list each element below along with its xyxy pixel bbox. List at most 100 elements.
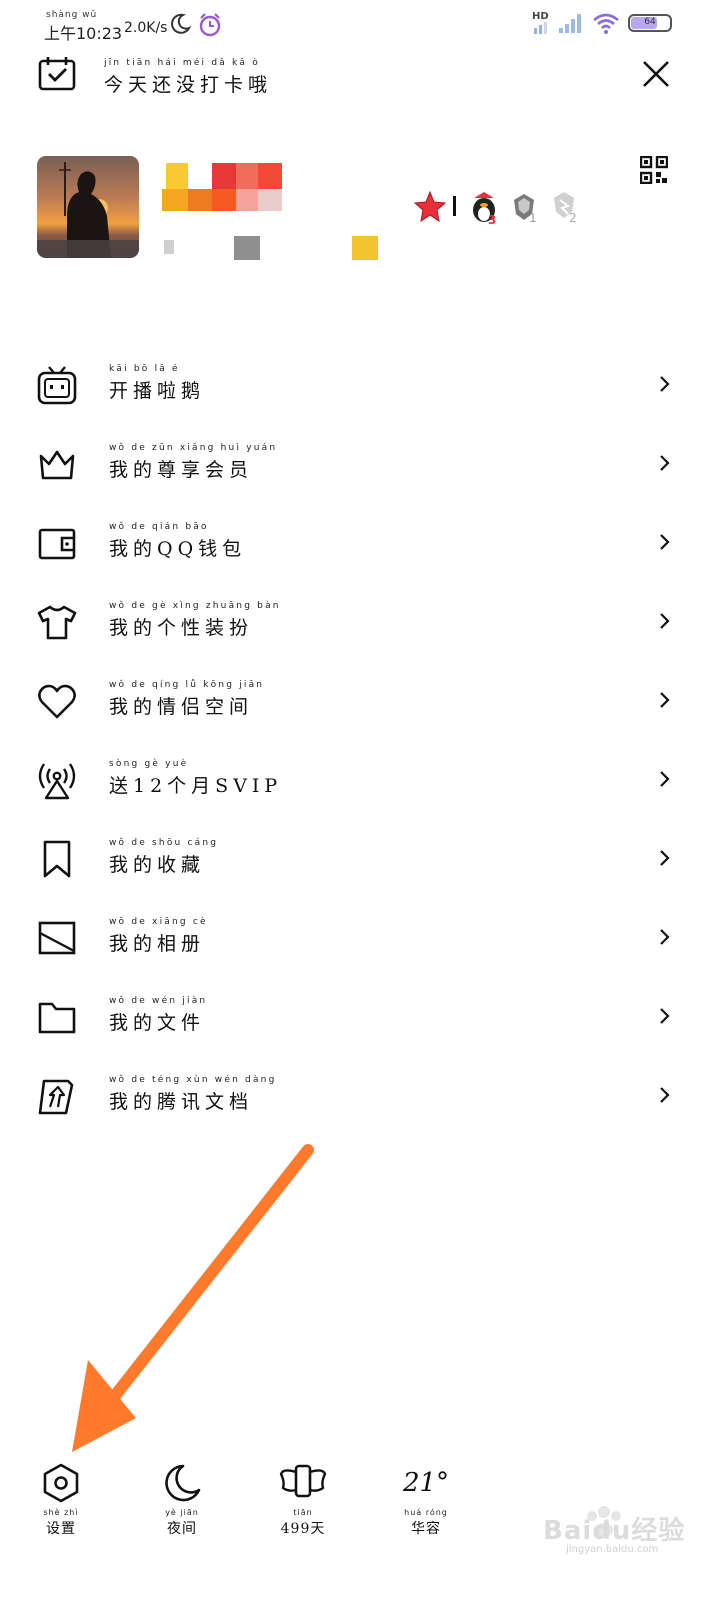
tv-icon <box>37 366 77 405</box>
menu-text: 我的文件 <box>109 1012 206 1034</box>
svg-text:2: 2 <box>569 211 577 225</box>
menu-label-wallet: wǒ de qián bāo 我的QQ钱包 <box>109 522 246 561</box>
menu-text: 我的收藏 <box>109 854 206 876</box>
weather-button[interactable]: 21° huá róng 华容 <box>386 1462 466 1538</box>
menu-text: 我的情侣空间 <box>109 696 254 718</box>
level-badges[interactable]: 3 1 2 <box>412 188 592 228</box>
winged-phone-icon <box>279 1464 327 1498</box>
svg-text:1: 1 <box>529 211 537 225</box>
heart-icon <box>38 684 76 719</box>
avatar[interactable] <box>37 156 139 258</box>
menu-item-couple[interactable]: wǒ de qíng lǚ kōng jiān 我的情侣空间 <box>0 660 720 739</box>
menu-item-live[interactable]: kāi bō lā é 开播啦鹅 <box>0 344 720 423</box>
menu-label-vip: wǒ de zūn xiǎng huì yuán 我的尊享会员 <box>109 443 277 482</box>
moon-badge-icon: 1 <box>514 194 537 225</box>
battery-icon: 64 <box>628 14 672 32</box>
menu-item-theme[interactable]: wǒ de gè xìng zhuāng bàn 我的个性装扮 <box>0 581 720 660</box>
username-mosaic <box>162 163 284 213</box>
menu-pinyin: wǒ de shōu cáng <box>109 838 219 848</box>
watermark-text: Baidu经验 <box>543 1516 686 1546</box>
image-icon <box>38 921 76 955</box>
menu-label-docs: wǒ de téng xùn wén dàng 我的腾讯文档 <box>109 1075 277 1114</box>
docs-icon <box>38 1079 74 1115</box>
svg-text:3: 3 <box>488 213 496 227</box>
night-pinyin: yè jiān <box>165 1508 199 1517</box>
menu-text: 我的个性装扮 <box>109 617 254 639</box>
star-icon <box>413 190 447 223</box>
folder-icon <box>38 1002 76 1034</box>
menu-label-files: wǒ de wén jiàn 我的文件 <box>109 996 207 1035</box>
menu-text: 我的QQ钱包 <box>109 538 247 560</box>
days-label: 499天 <box>280 1521 326 1537</box>
wallet-icon <box>38 528 76 560</box>
menu-text: 我的尊享会员 <box>109 459 254 481</box>
chevron-right-icon <box>660 1087 670 1103</box>
checkin-prompt[interactable]: jīn tiān hái méi dǎ kǎ ò 今天还没打卡哦 <box>104 58 272 97</box>
menu-pinyin: wǒ de téng xùn wén dàng <box>109 1075 277 1085</box>
settings-label: 设置 <box>46 1521 76 1537</box>
menu-item-docs[interactable]: wǒ de téng xùn wén dàng 我的腾讯文档 <box>0 1055 720 1134</box>
city-pinyin: huá róng <box>404 1508 448 1517</box>
alarm-icon <box>199 13 221 37</box>
signal-icon <box>559 14 581 33</box>
sun-badge-icon: 2 <box>554 192 577 225</box>
menu-item-favorites[interactable]: wǒ de shōu cáng 我的收藏 <box>0 818 720 897</box>
calendar-check-icon[interactable] <box>38 55 76 91</box>
net-speed: 2.0K/s <box>124 20 168 36</box>
menu-label-live: kāi bō lā é 开播啦鹅 <box>109 364 205 403</box>
settings-pinyin: shè zhì <box>43 1508 79 1517</box>
battery-level: 64 <box>644 17 656 27</box>
menu-text: 送12个月SVIP <box>109 775 283 797</box>
menu-item-album[interactable]: wǒ de xiāng cè 我的相册 <box>0 897 720 976</box>
chevron-right-icon <box>660 929 670 945</box>
settings-hexagon-icon <box>43 1463 79 1503</box>
chevron-right-icon <box>660 692 670 708</box>
menu-pinyin: wǒ de qíng lǚ kōng jiān <box>109 680 265 690</box>
crown-icon <box>39 450 75 480</box>
status-time-pinyin: shàng wǔ <box>46 10 98 20</box>
menu-pinyin: wǒ de qián bāo <box>109 522 209 532</box>
status-right: HD 64 <box>532 12 672 34</box>
bookmark-icon <box>43 840 71 878</box>
menu-pinyin: wǒ de wén jiàn <box>109 996 208 1006</box>
menu-pinyin: wǒ de zūn xiǎng huì yuán <box>109 443 278 453</box>
wifi-icon <box>593 13 619 34</box>
chevron-right-icon <box>660 850 670 866</box>
qr-code-icon[interactable] <box>640 156 668 184</box>
menu-label-couple: wǒ de qíng lǚ kōng jiān 我的情侣空间 <box>109 680 264 719</box>
menu-text: 我的相册 <box>109 933 206 955</box>
menu-item-svip[interactable]: sòng gè yuè 送12个月SVIP <box>0 739 720 818</box>
signature-mosaic <box>162 234 382 260</box>
menu-pinyin: sòng gè yuè <box>109 759 189 769</box>
settings-button[interactable]: shè zhì 设置 <box>21 1462 101 1538</box>
night-mode-button[interactable]: yè jiān 夜间 <box>142 1462 222 1538</box>
checkin-pinyin: jīn tiān hái méi dǎ kǎ ò <box>104 58 260 68</box>
chevron-right-icon <box>660 534 670 550</box>
chevron-right-icon <box>660 771 670 787</box>
close-icon[interactable] <box>640 58 672 90</box>
days-button[interactable]: tiān 499天 <box>263 1462 343 1538</box>
night-label: 夜间 <box>167 1521 197 1537</box>
menu-label-album: wǒ de xiāng cè 我的相册 <box>109 917 208 956</box>
moon-icon <box>171 13 192 34</box>
checkin-text: 今天还没打卡哦 <box>104 74 273 96</box>
menu-item-vip[interactable]: wǒ de zūn xiǎng huì yuán 我的尊享会员 <box>0 423 720 502</box>
chevron-right-icon <box>660 613 670 629</box>
avatar-silhouette <box>37 162 139 258</box>
antenna-icon <box>38 763 76 800</box>
menu-item-files[interactable]: wǒ de wén jiàn 我的文件 <box>0 976 720 1055</box>
menu-item-wallet[interactable]: wǒ de qián bāo 我的QQ钱包 <box>0 502 720 581</box>
chevron-right-icon <box>660 1008 670 1024</box>
menu-text: 开播啦鹅 <box>109 380 206 402</box>
chevron-right-icon <box>660 455 670 471</box>
hd-signal-icon: HD <box>532 12 550 34</box>
tshirt-icon <box>37 605 77 640</box>
days-pinyin: tiān <box>293 1508 313 1517</box>
menu-pinyin: kāi bō lā é <box>109 364 180 374</box>
watermark-sub: jingyan.baidu.com <box>566 1544 659 1555</box>
menu-pinyin: wǒ de gè xìng zhuāng bàn <box>109 601 281 611</box>
menu-pinyin: wǒ de xiāng cè <box>109 917 208 927</box>
menu-label-favorites: wǒ de shōu cáng 我的收藏 <box>109 838 218 877</box>
status-bar: shàng wǔ 上午10:23 2.0K/s HD 64 <box>0 0 720 52</box>
status-time: shàng wǔ 上午10:23 <box>44 10 122 44</box>
